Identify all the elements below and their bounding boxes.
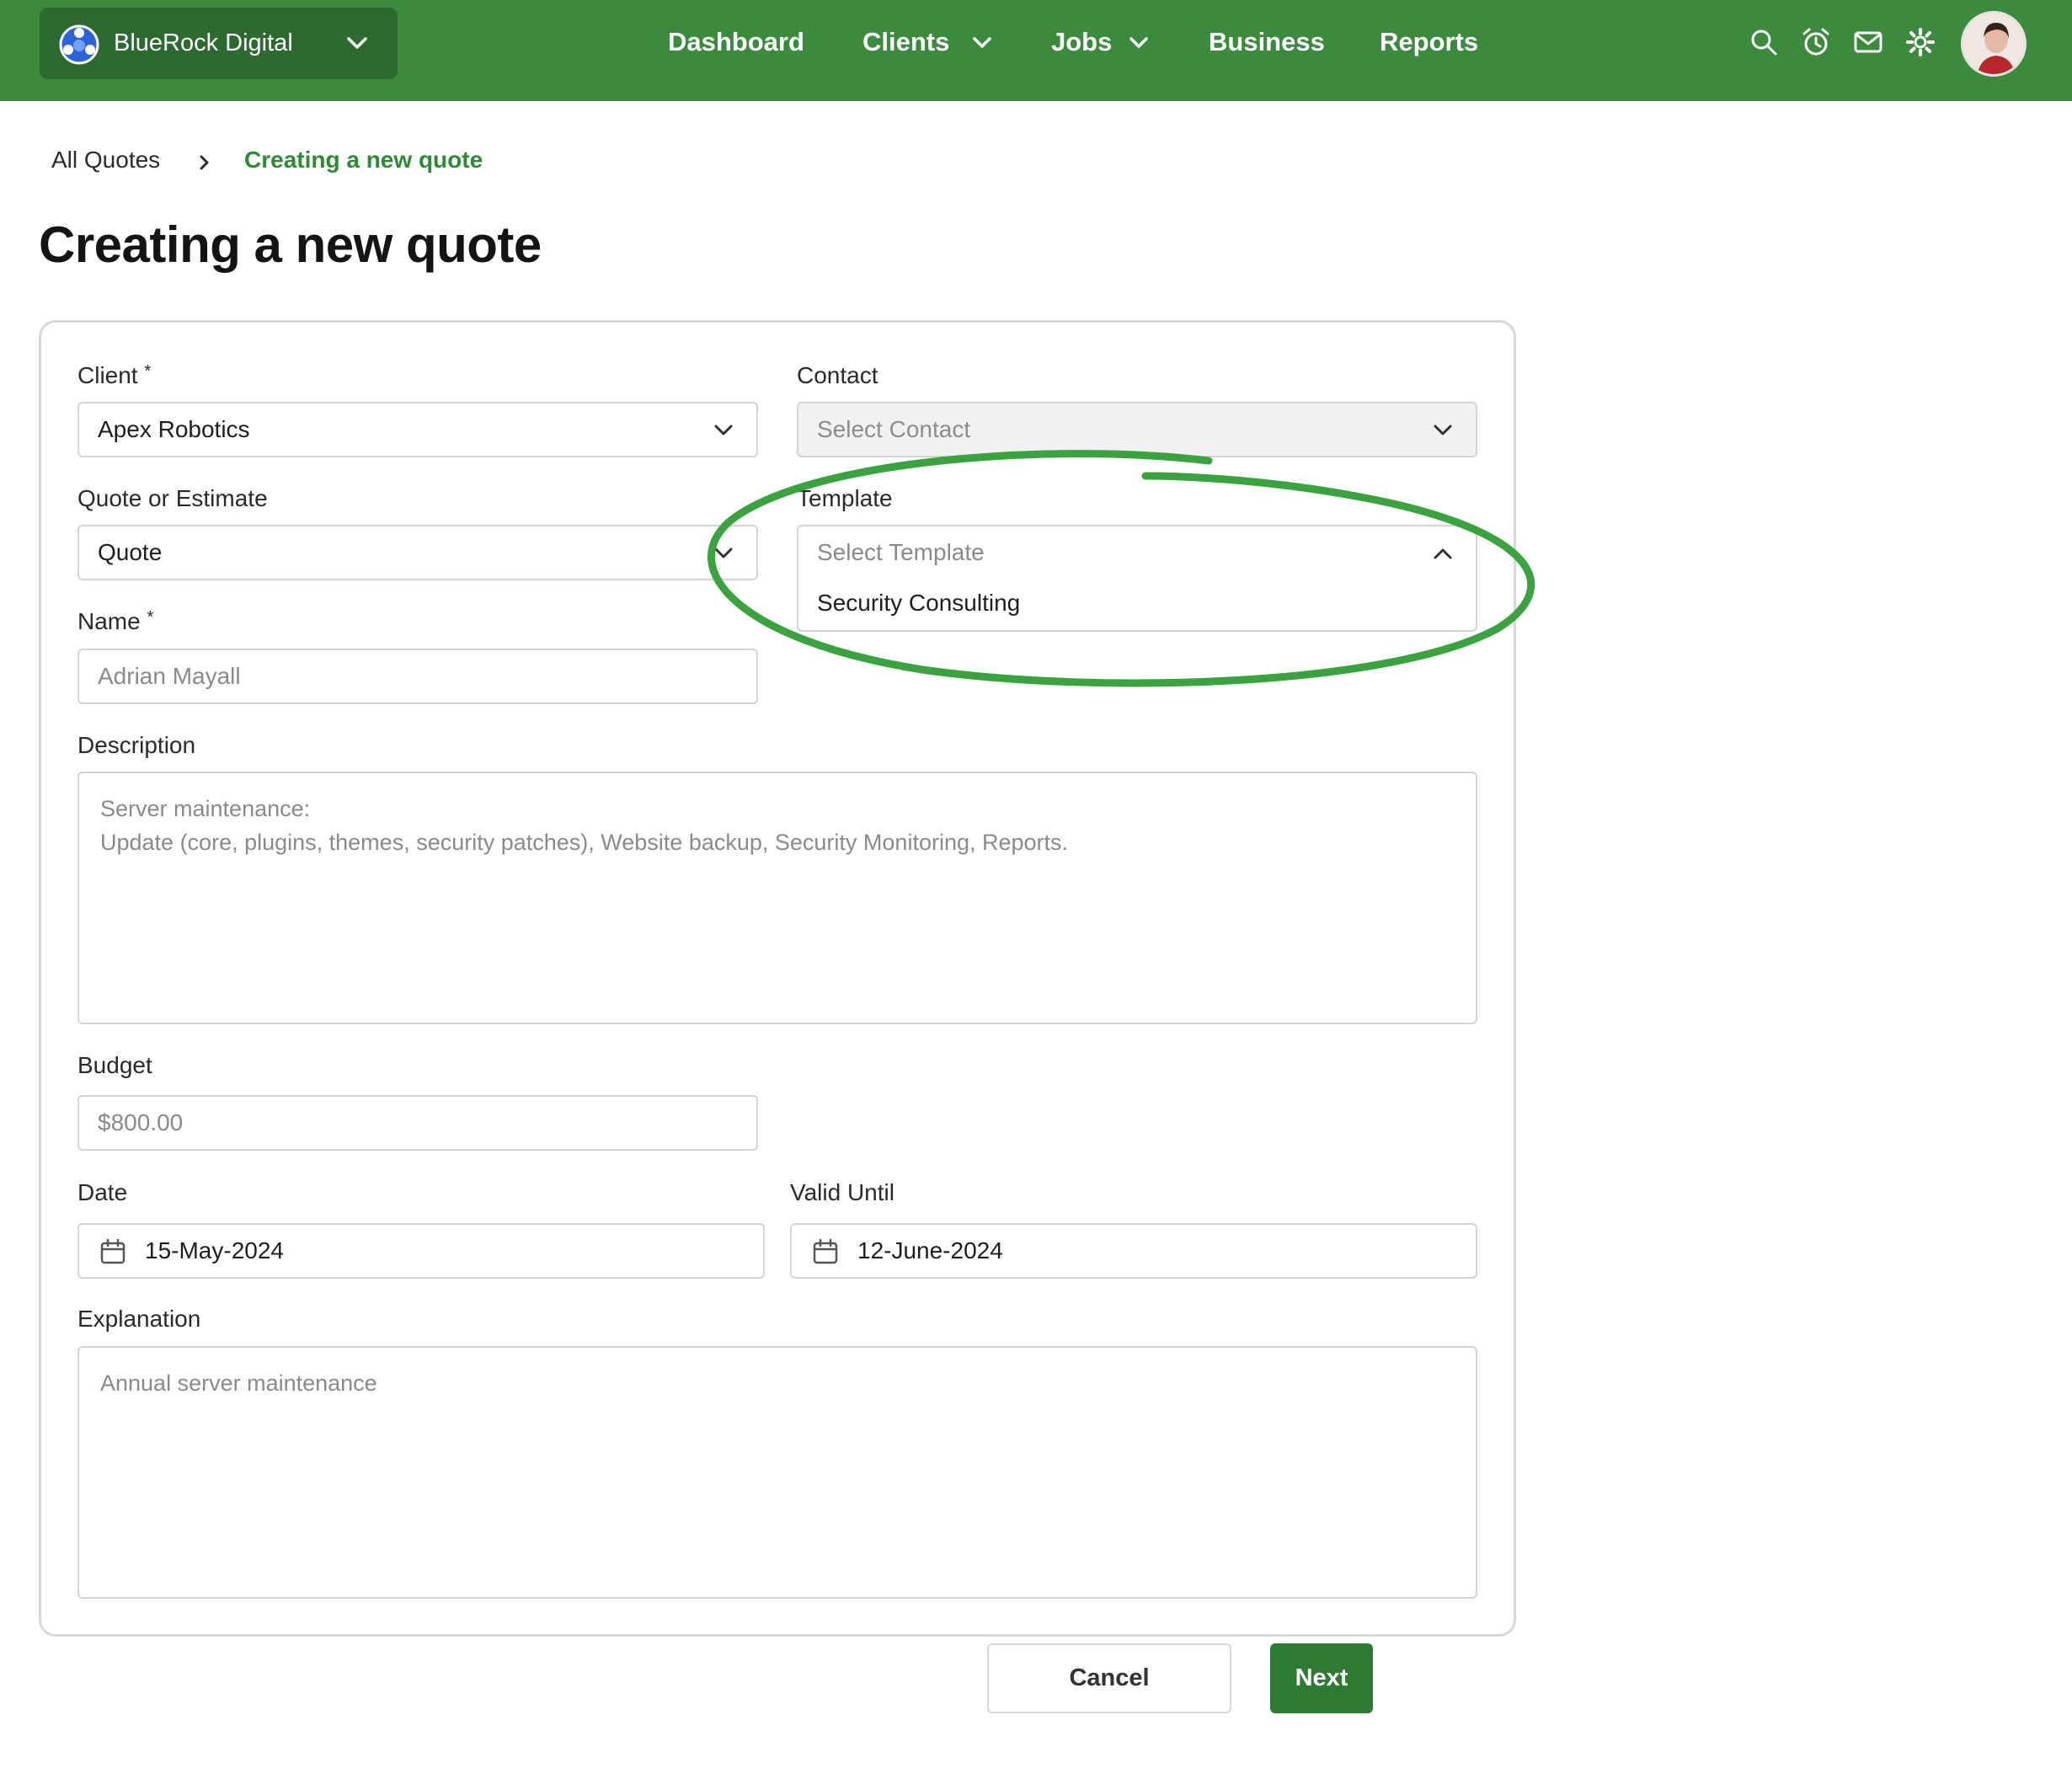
budget-label: Budget xyxy=(77,1052,152,1078)
calendar-icon xyxy=(813,1238,838,1264)
contact-select[interactable]: Select Contact xyxy=(797,402,1477,457)
next-button[interactable]: Next xyxy=(1270,1643,1373,1713)
client-select[interactable]: Apex Robotics xyxy=(77,402,758,457)
chevron-down-icon xyxy=(714,425,733,435)
quote-type-select[interactable]: Quote xyxy=(77,525,758,580)
template-option[interactable]: Security Consulting xyxy=(797,578,1477,632)
explanation-textarea[interactable]: Annual server maintenance xyxy=(77,1346,1477,1599)
name-label: Name * xyxy=(77,608,154,634)
cancel-button[interactable]: Cancel xyxy=(987,1643,1231,1713)
clients-chevron-down-icon[interactable] xyxy=(970,34,994,52)
valid-until-value: 12-June-2024 xyxy=(857,1237,1003,1263)
nav-reports[interactable]: Reports xyxy=(1380,0,1478,84)
mail-icon[interactable] xyxy=(1853,27,1883,57)
chevron-down-icon xyxy=(714,548,733,558)
user-avatar[interactable] xyxy=(1961,11,2027,77)
page-title: Creating a new quote xyxy=(39,216,542,273)
valid-until-label: Valid Until xyxy=(790,1179,894,1205)
template-placeholder: Select Template xyxy=(817,539,985,565)
date-label: Date xyxy=(77,1179,128,1205)
chevron-up-icon xyxy=(1434,548,1452,559)
nav-clients[interactable]: Clients xyxy=(862,0,949,84)
globe-logo-icon xyxy=(59,24,99,65)
description-line-1: Server maintenance: xyxy=(100,796,311,821)
template-select[interactable]: Select Template xyxy=(797,525,1477,580)
client-select-value: Apex Robotics xyxy=(98,416,250,442)
explanation-value: Annual server maintenance xyxy=(100,1370,377,1396)
chevron-down-icon xyxy=(347,37,367,49)
chevron-down-icon xyxy=(1434,425,1452,435)
search-icon[interactable] xyxy=(1749,27,1779,57)
nav-business[interactable]: Business xyxy=(1209,0,1325,84)
client-label: Client * xyxy=(77,362,152,388)
jobs-chevron-down-icon[interactable] xyxy=(1127,34,1151,52)
avatar-portrait-icon xyxy=(1963,13,2024,74)
budget-input[interactable]: $800.00 xyxy=(77,1095,758,1151)
description-line-2: Update (core, plugins, themes, security … xyxy=(100,830,1069,855)
breadcrumb-current: Creating a new quote xyxy=(244,147,483,173)
template-label: Template xyxy=(797,485,893,511)
description-textarea[interactable]: Server maintenance: Update (core, plugin… xyxy=(77,772,1477,1024)
top-navbar: BlueRock Digital Dashboard Clients Jobs … xyxy=(0,0,2072,101)
description-label: Description xyxy=(77,732,196,758)
chevron-right-icon xyxy=(200,155,209,170)
org-switcher[interactable]: BlueRock Digital xyxy=(40,8,398,79)
explanation-label: Explanation xyxy=(77,1306,201,1332)
name-input[interactable]: Adrian Mayall xyxy=(77,649,758,704)
nav-jobs[interactable]: Jobs xyxy=(1051,0,1112,84)
nav-dashboard[interactable]: Dashboard xyxy=(668,0,804,84)
contact-placeholder: Select Contact xyxy=(817,416,971,442)
date-input[interactable]: 15-May-2024 xyxy=(77,1223,765,1279)
breadcrumb-all-quotes[interactable]: All Quotes xyxy=(51,147,160,174)
quote-type-value: Quote xyxy=(98,539,163,565)
org-name: BlueRock Digital xyxy=(114,29,293,56)
gear-icon[interactable] xyxy=(1905,27,1936,57)
valid-until-input[interactable]: 12-June-2024 xyxy=(790,1223,1477,1279)
calendar-icon xyxy=(100,1238,125,1264)
date-value: 15-May-2024 xyxy=(145,1237,284,1263)
quote-type-label: Quote or Estimate xyxy=(77,485,268,511)
alarm-clock-icon[interactable] xyxy=(1801,27,1831,57)
contact-label: Contact xyxy=(797,362,878,388)
